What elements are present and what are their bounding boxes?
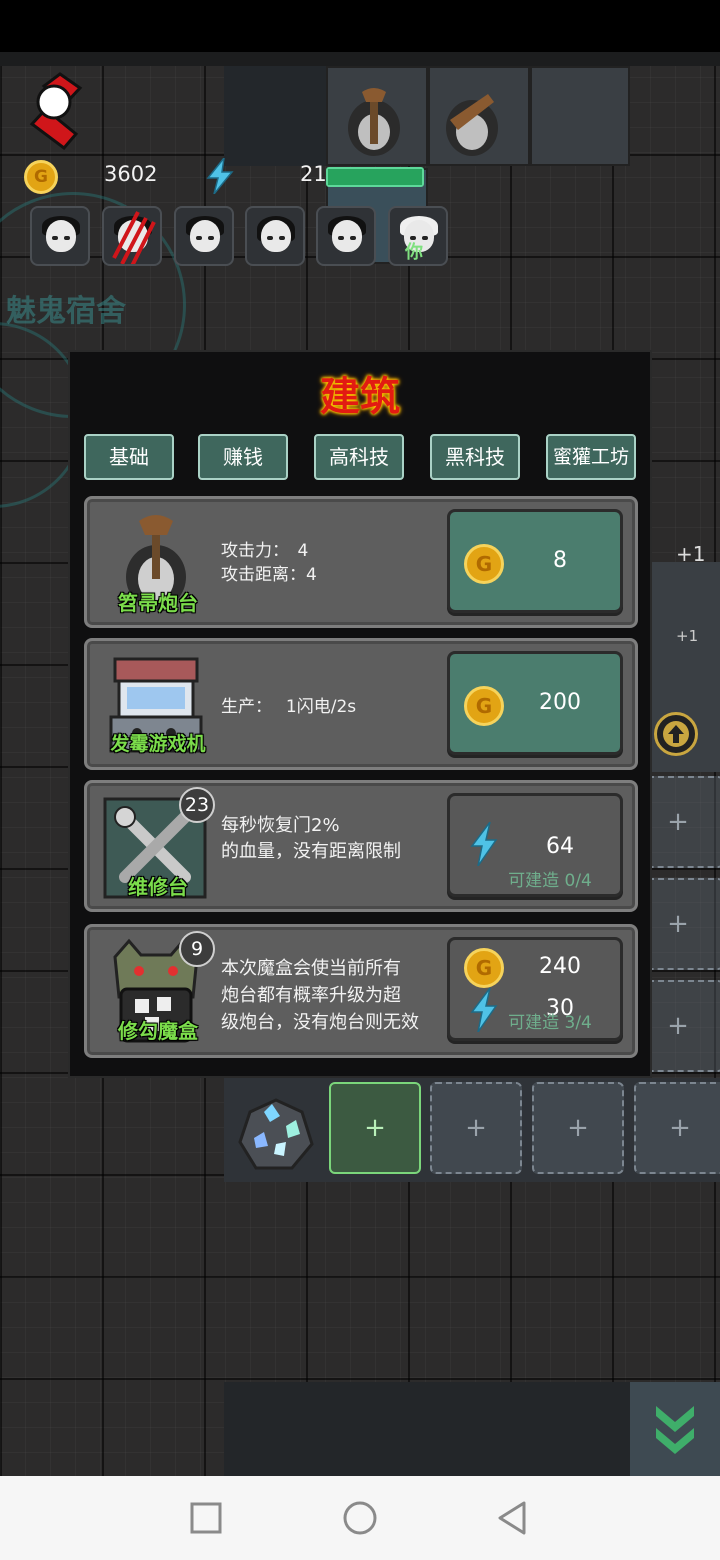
building-card[interactable]: 9 修勾魔盒 本次魔盒会使当前所有 炮台都有概率升级为超 级炮台，没有炮台则无效…: [84, 924, 638, 1058]
broom-turret-icon: [440, 86, 504, 160]
building-card[interactable]: 发霉游戏机 生产： 1闪电/2s G 200: [84, 638, 638, 770]
gold-coin-icon: G: [464, 544, 504, 584]
wall-band: [224, 1382, 630, 1476]
gold-coin-icon: G: [464, 686, 504, 726]
avatar-dead[interactable]: [102, 206, 162, 266]
gold-cost: 240: [539, 954, 581, 979]
dorm-sign: 魅鬼宿舍: [6, 294, 126, 329]
income-label: +1: [676, 542, 706, 566]
gold-amount: 3602: [104, 162, 158, 186]
collapse-chevron-icon[interactable]: [630, 1382, 720, 1476]
building-name: 修勾魔盒: [118, 1019, 198, 1043]
level-badge: 23: [179, 787, 215, 823]
building-name: 笤帚炮台: [118, 591, 198, 615]
building-desc: 本次魔盒会使当前所有 炮台都有概率升级为超 级炮台，没有炮台则无效: [221, 958, 419, 1033]
buy-button[interactable]: G 8: [447, 509, 623, 613]
avatar[interactable]: [174, 206, 234, 266]
avatar[interactable]: [245, 206, 305, 266]
buy-button[interactable]: G 200: [447, 651, 623, 755]
wall-band: [0, 52, 720, 66]
empty-slot[interactable]: +: [430, 1082, 522, 1174]
buy-button-disabled[interactable]: G 240 30 可建造 3/4: [447, 937, 623, 1041]
tab-black-tech[interactable]: 黑科技: [430, 434, 520, 480]
building-name: 发霉游戏机: [110, 733, 206, 755]
room-tile: [530, 66, 630, 166]
building-desc: 攻击力： 4 攻击距离：4: [221, 541, 317, 585]
energy-bar-fill: [328, 169, 422, 185]
you-label: 你: [405, 242, 423, 263]
dialog-title: 建筑: [320, 374, 400, 420]
gold-cost: 8: [553, 548, 567, 573]
game-logo-icon: [24, 70, 86, 151]
lightning-icon: [470, 821, 498, 867]
energy-amount: 21: [300, 162, 327, 186]
build-count: 可建造 0/4: [508, 871, 592, 891]
upgrade-arrow-icon[interactable]: [654, 712, 698, 756]
tab-honey-badger-workshop[interactable]: 蜜獾工坊: [546, 434, 636, 480]
buy-button-disabled[interactable]: 64 可建造 0/4: [447, 793, 623, 897]
avatar[interactable]: [30, 206, 90, 266]
broom-turret-icon: [342, 86, 406, 160]
energy-cost: 64: [546, 834, 574, 859]
empty-slot-selected[interactable]: +: [329, 1082, 421, 1174]
energy-bar: [326, 167, 424, 187]
back-icon[interactable]: [494, 1500, 530, 1536]
empty-slot[interactable]: +: [532, 1082, 624, 1174]
status-bar: [0, 0, 720, 52]
tab-basic[interactable]: 基础: [84, 434, 174, 480]
avatar[interactable]: [316, 206, 376, 266]
gold-cost: 200: [539, 690, 581, 715]
empty-slot[interactable]: +: [634, 1082, 720, 1174]
recent-apps-icon[interactable]: [188, 1500, 224, 1536]
building-card[interactable]: 23 维修台 每秒恢复门2% 的血量，没有距离限制 64 可建造 0/4: [84, 780, 638, 912]
income-label-small: +1: [676, 627, 699, 645]
building-name: 维修台: [128, 875, 188, 899]
level-badge: 9: [179, 931, 215, 967]
building-card[interactable]: 笤帚炮台 攻击力： 4 攻击距离：4 G 8: [84, 496, 638, 628]
tab-high-tech[interactable]: 高科技: [314, 434, 404, 480]
building-desc: 每秒恢复门2% 的血量，没有距离限制: [221, 815, 401, 862]
build-dialog: 建筑 基础 赚钱 高科技 黑科技 蜜獾工坊 笤帚炮台 攻击力： 4 攻击距离：4…: [68, 350, 652, 1078]
crystal-ore-icon: [226, 1082, 322, 1178]
building-desc: 生产： 1闪电/2s: [221, 697, 357, 717]
gold-coin-icon: G: [464, 948, 504, 988]
home-icon[interactable]: [342, 1500, 378, 1536]
lightning-icon: [206, 155, 234, 195]
gold-coin-icon: G: [24, 160, 58, 194]
tab-money[interactable]: 赚钱: [198, 434, 288, 480]
build-count: 可建造 3/4: [508, 1013, 592, 1033]
